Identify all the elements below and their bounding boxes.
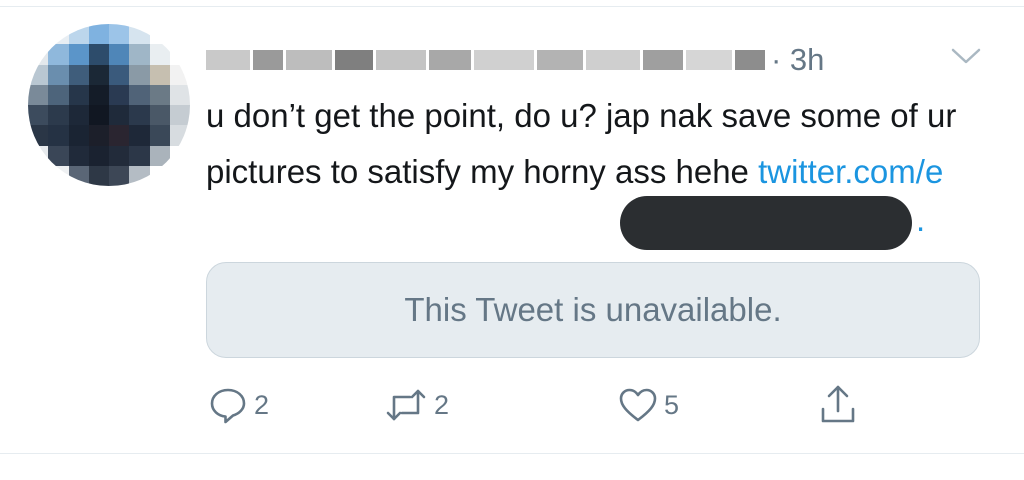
avatar-pixel — [149, 44, 170, 65]
avatar-pixel — [109, 165, 130, 186]
avatar-pixel — [88, 125, 109, 146]
avatar-pixel — [149, 105, 170, 126]
avatar-pixel — [109, 145, 130, 166]
avatar-pixel — [169, 125, 190, 146]
share-icon — [818, 383, 858, 427]
avatar-pixel — [169, 44, 190, 65]
avatar-pixel — [88, 64, 109, 85]
avatar-pixel — [28, 145, 49, 166]
avatar-pixel — [169, 64, 190, 85]
avatar-pixel — [129, 64, 150, 85]
avatar-pixel — [68, 24, 89, 45]
avatar-pixel — [68, 145, 89, 166]
avatar-pixel — [28, 44, 49, 65]
avatar-pixel — [109, 44, 130, 65]
avatar-pixel — [129, 44, 150, 65]
avatar-pixel — [109, 105, 130, 126]
pixelated-avatar-image — [28, 24, 190, 186]
avatar-pixel — [149, 165, 170, 186]
tweet-header: · 3h — [206, 38, 824, 82]
avatar-pixel — [129, 24, 150, 45]
avatar-pixel — [149, 24, 170, 45]
avatar-pixel — [169, 105, 190, 126]
avatar-pixel — [129, 165, 150, 186]
avatar-pixel — [68, 165, 89, 186]
avatar-pixel — [88, 105, 109, 126]
tweet-timestamp[interactable]: · 3h — [771, 42, 824, 78]
tweet-text: u don’t get the point, do u? jap nak sav… — [206, 88, 966, 200]
avatar-pixel — [88, 24, 109, 45]
avatar-pixel — [149, 145, 170, 166]
reply-button[interactable]: 2 — [208, 380, 269, 430]
avatar-pixel — [88, 165, 109, 186]
avatar-pixel — [48, 165, 69, 186]
avatar-pixel — [68, 125, 89, 146]
avatar-pixel — [28, 165, 49, 186]
reply-icon — [208, 385, 248, 425]
avatar-pixel — [109, 84, 130, 105]
retweet-button[interactable]: 2 — [384, 380, 449, 430]
avatar-pixel — [88, 44, 109, 65]
retweet-icon — [384, 385, 428, 425]
link-tail: . — [916, 201, 926, 238]
share-button[interactable] — [818, 380, 858, 430]
avatar[interactable] — [28, 24, 190, 186]
avatar-pixel — [48, 44, 69, 65]
avatar-pixel — [28, 105, 49, 126]
avatar-pixel — [48, 24, 69, 45]
avatar-pixel — [48, 64, 69, 85]
avatar-pixel — [68, 105, 89, 126]
avatar-pixel — [129, 84, 150, 105]
like-button[interactable]: 5 — [618, 380, 679, 430]
reply-count: 2 — [254, 389, 270, 420]
avatar-pixel — [88, 84, 109, 105]
avatar-pixel — [149, 84, 170, 105]
avatar-pixel — [129, 105, 150, 126]
avatar-pixel — [109, 125, 130, 146]
top-divider — [0, 6, 1024, 7]
avatar-pixel — [109, 24, 130, 45]
unavailable-message: This Tweet is unavailable. — [404, 291, 782, 328]
avatar-pixel — [68, 84, 89, 105]
avatar-pixel — [169, 145, 190, 166]
avatar-pixel — [48, 84, 69, 105]
quoted-tweet-unavailable: This Tweet is unavailable. — [206, 262, 980, 358]
tweet-link[interactable]: twitter.com/e — [758, 153, 943, 190]
redacted-username[interactable] — [206, 50, 765, 70]
avatar-pixel — [48, 125, 69, 146]
avatar-pixel — [149, 125, 170, 146]
avatar-pixel — [48, 145, 69, 166]
avatar-pixel — [28, 84, 49, 105]
avatar-pixel — [28, 24, 49, 45]
redaction-bar — [620, 196, 912, 250]
avatar-pixel — [149, 64, 170, 85]
avatar-pixel — [169, 165, 190, 186]
avatar-pixel — [68, 64, 89, 85]
avatar-pixel — [88, 145, 109, 166]
avatar-pixel — [109, 64, 130, 85]
avatar-pixel — [48, 105, 69, 126]
like-count: 5 — [664, 389, 680, 420]
avatar-pixel — [169, 24, 190, 45]
avatar-pixel — [28, 64, 49, 85]
bottom-divider — [0, 453, 1024, 454]
chevron-down-icon[interactable] — [948, 44, 984, 68]
avatar-pixel — [129, 125, 150, 146]
avatar-pixel — [169, 84, 190, 105]
retweet-count: 2 — [434, 389, 450, 420]
tweet-action-bar: 2 2 5 — [206, 380, 886, 430]
avatar-pixel — [28, 125, 49, 146]
avatar-pixel — [129, 145, 150, 166]
avatar-pixel — [68, 44, 89, 65]
heart-icon — [618, 385, 658, 425]
